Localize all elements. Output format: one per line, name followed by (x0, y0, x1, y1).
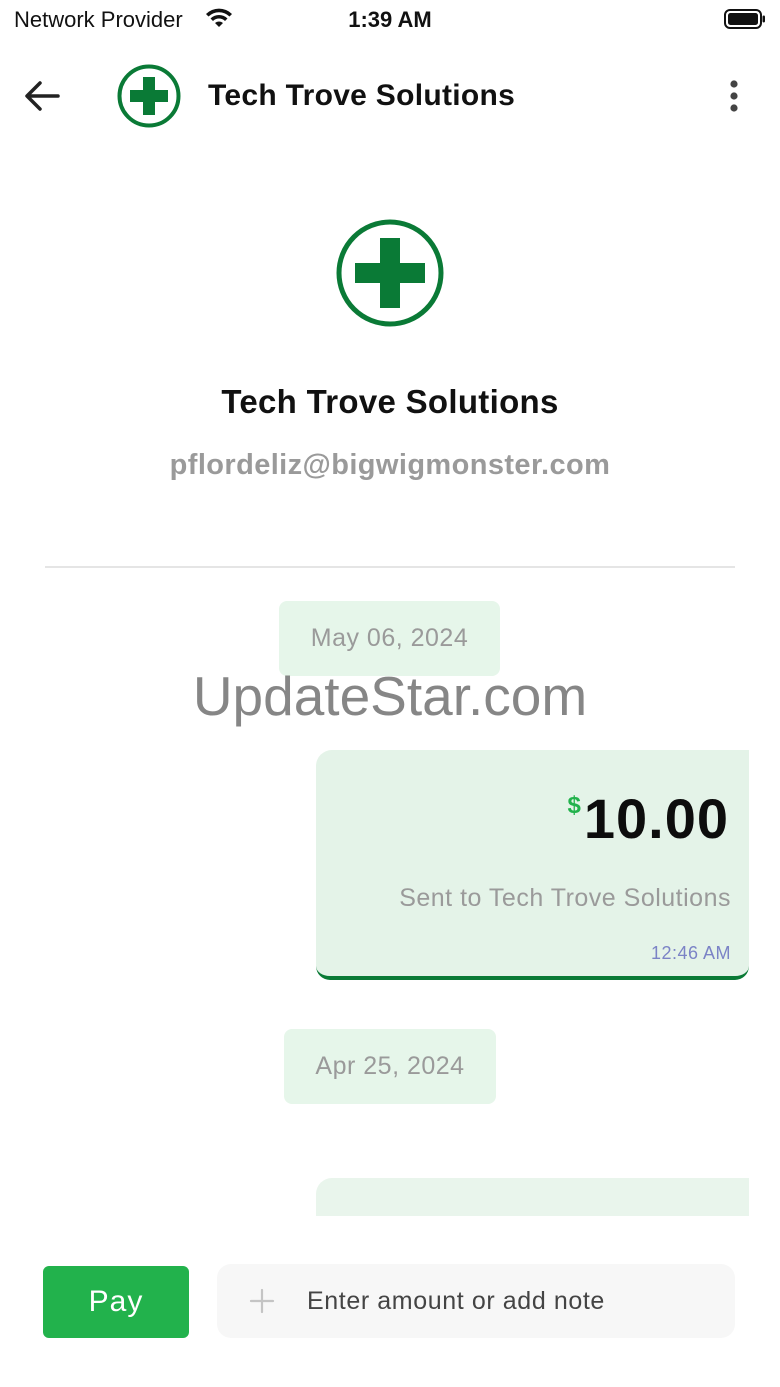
transaction-card[interactable] (316, 1178, 749, 1218)
compose-bar: Pay (0, 1216, 780, 1387)
header-title: Tech Trove Solutions (208, 79, 516, 112)
more-vertical-icon[interactable] (718, 78, 750, 118)
date-chip: Apr 25, 2024 (284, 1029, 496, 1104)
arrow-left-icon[interactable] (20, 74, 64, 118)
green-cross-logo (117, 64, 181, 128)
pay-button[interactable]: Pay (43, 1266, 189, 1338)
amount-note-field[interactable] (217, 1264, 735, 1338)
transaction-time: 12:46 AM (650, 943, 731, 963)
currency-symbol: $ (567, 792, 582, 819)
transaction-amount: $10.00 (568, 786, 730, 851)
profile-name: Tech Trove Solutions (221, 383, 559, 420)
amount-value: 10.00 (583, 787, 729, 850)
clock-time: 1:39 AM (348, 7, 432, 32)
amount-note-input[interactable] (307, 1264, 717, 1338)
transaction-note: Sent to Tech Trove Solutions (399, 884, 731, 912)
profile-email: pflordeliz@bigwigmonster.com (169, 449, 611, 481)
status-bar: Network Provider 1:39 AM (0, 0, 780, 40)
divider (45, 566, 735, 568)
watermark: UpdateStar.com (192, 665, 588, 727)
transaction-card[interactable]: $10.00 Sent to Tech Trove Solutions 12:4… (316, 750, 749, 980)
battery-full-icon (724, 9, 765, 29)
chat-header: Tech Trove Solutions (0, 50, 780, 142)
plus-icon[interactable] (249, 1288, 275, 1314)
profile-logo (336, 219, 444, 327)
